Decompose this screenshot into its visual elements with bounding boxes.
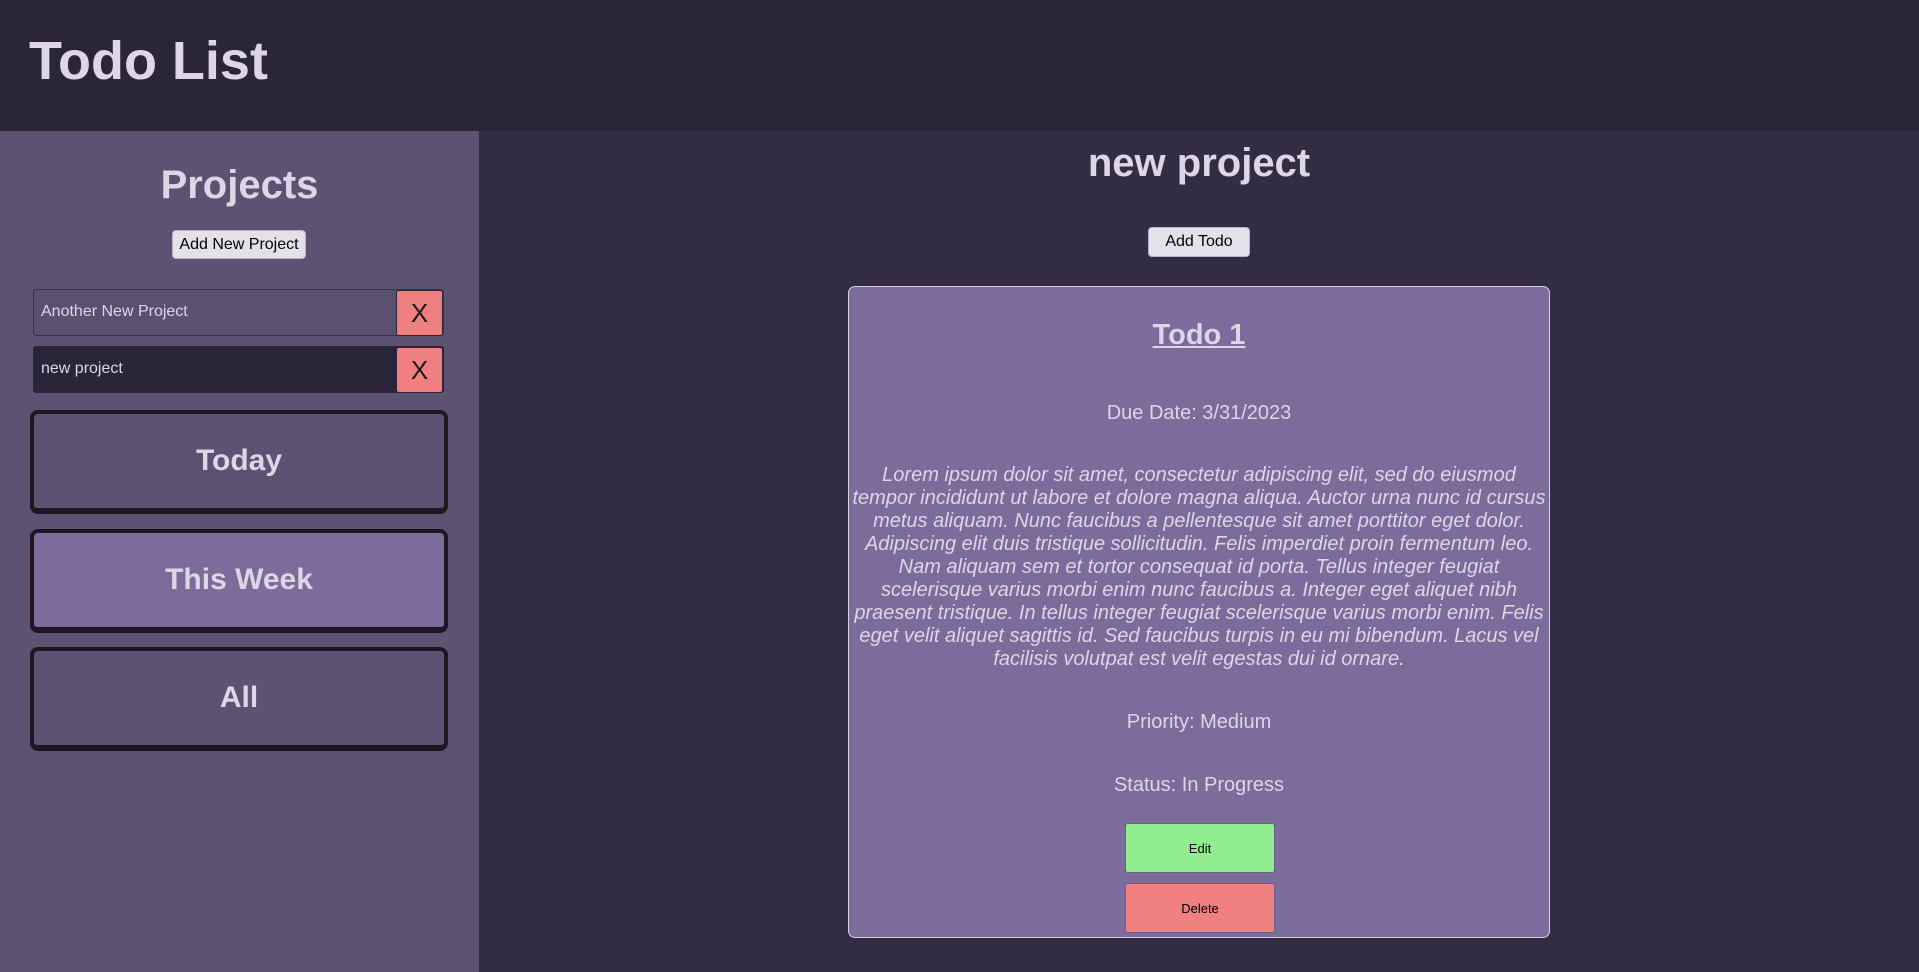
app-header: Todo List: [0, 0, 1919, 131]
projects-title: Projects: [160, 163, 319, 207]
project-item-new-project[interactable]: new project X: [33, 346, 444, 393]
filter-today-button[interactable]: Today: [30, 410, 448, 514]
filter-this-week-button[interactable]: This Week: [30, 529, 448, 633]
todo-due-date: Due Date: 3/31/2023: [1106, 402, 1292, 424]
main-content: new project Add Todo Todo 1 Due Date: 3/…: [479, 131, 1919, 972]
delete-project-button[interactable]: X: [396, 347, 443, 393]
filter-all-button[interactable]: All: [30, 647, 448, 751]
app-title: Todo List: [29, 31, 268, 91]
project-title: new project: [1087, 141, 1311, 185]
todo-title: Todo 1: [1152, 319, 1246, 351]
add-project-button[interactable]: Add New Project: [172, 230, 306, 259]
todo-status: Status: In Progress: [1113, 774, 1285, 796]
project-item-another-new-project[interactable]: Another New Project X: [33, 289, 444, 336]
todo-card: Todo 1 Due Date: 3/31/2023 Lorem ipsum d…: [848, 286, 1550, 938]
todo-description: Lorem ipsum dolor sit amet, consectetur …: [852, 464, 1546, 670]
project-name: Another New Project: [41, 303, 188, 320]
delete-project-button[interactable]: X: [396, 290, 443, 336]
edit-todo-button[interactable]: Edit: [1125, 823, 1275, 873]
projects-sidebar: Projects Add New Project Another New Pro…: [0, 131, 479, 972]
todo-priority: Priority: Medium: [1126, 711, 1272, 733]
add-todo-button[interactable]: Add Todo: [1148, 227, 1250, 257]
project-name: new project: [41, 360, 123, 377]
delete-todo-button[interactable]: Delete: [1125, 883, 1275, 933]
